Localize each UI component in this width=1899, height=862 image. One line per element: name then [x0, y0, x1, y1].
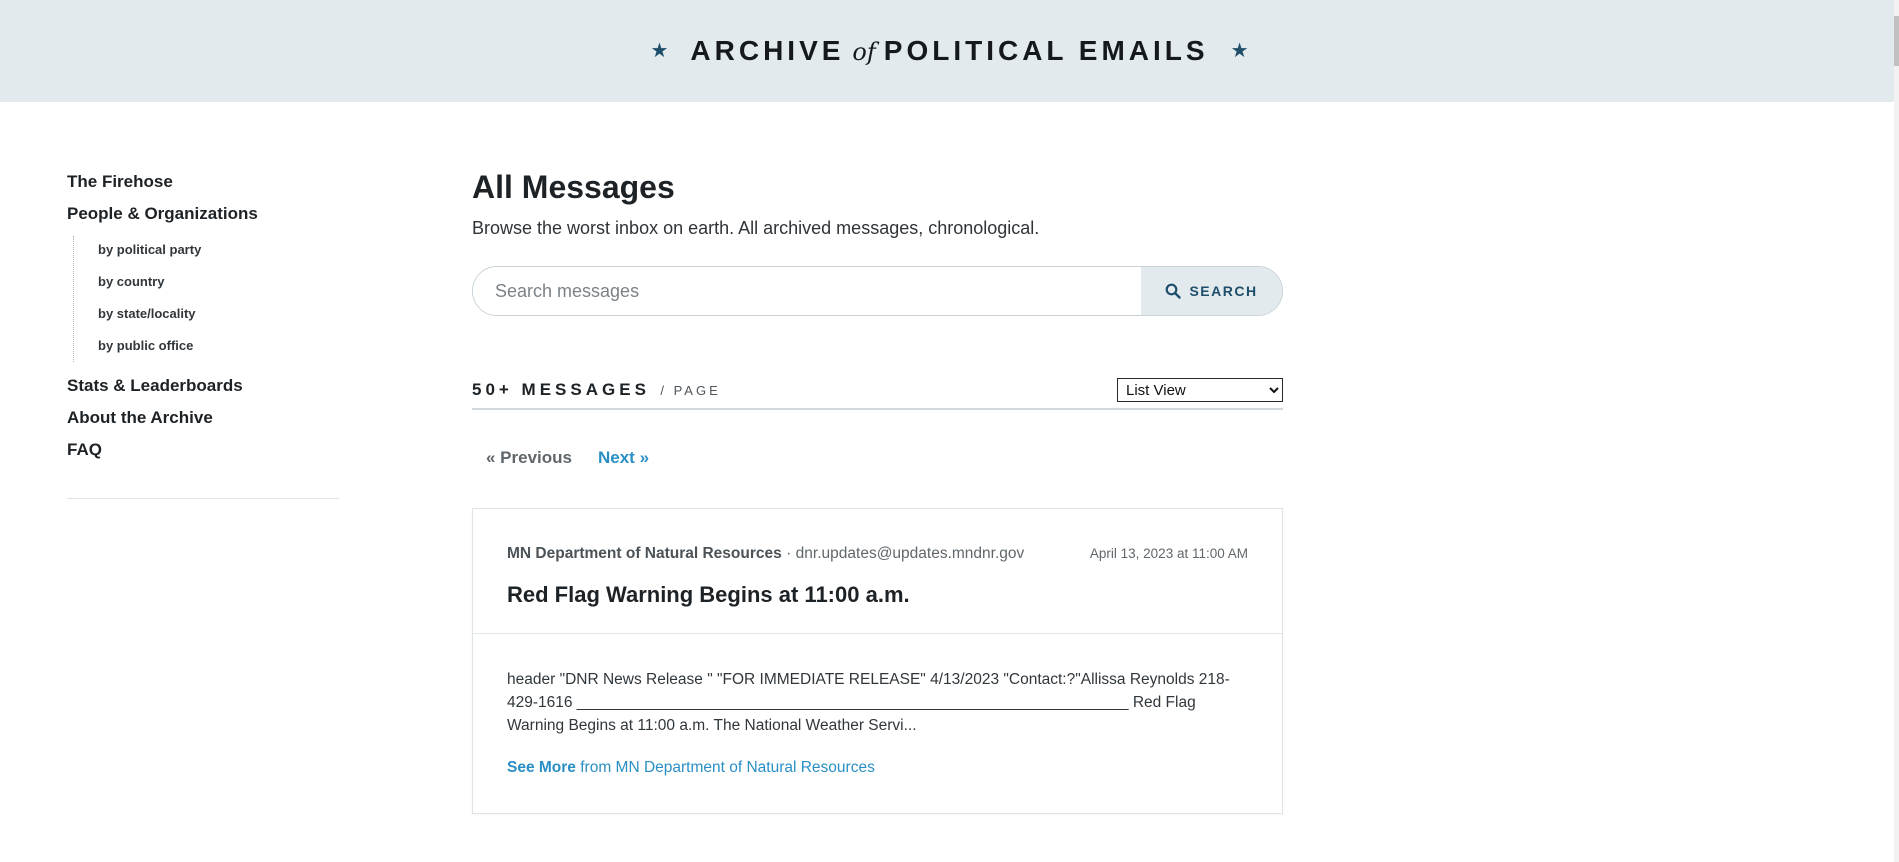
- view-mode-select[interactable]: List View: [1117, 378, 1283, 402]
- main-content: All Messages Browse the worst inbox on e…: [472, 168, 1283, 814]
- star-icon: ★: [650, 40, 669, 62]
- sidebar-subnav: by political party by country by state/l…: [73, 236, 339, 362]
- sidebar-item-people-organizations[interactable]: People & Organizations: [67, 204, 339, 224]
- sidebar-subitem-country[interactable]: by country: [98, 274, 339, 290]
- message-preview: header "DNR News Release " "FOR IMMEDIAT…: [507, 671, 1230, 734]
- message-date: April 13, 2023 at 11:00 AM: [1089, 546, 1248, 561]
- star-icon: ★: [1230, 40, 1249, 62]
- page-title: All Messages: [472, 169, 675, 205]
- scrollbar-thumb[interactable]: [1894, 16, 1899, 66]
- message-sender-block: MN Department of Natural Resources · dnr…: [507, 545, 1024, 563]
- sidebar-subitem-political-party[interactable]: by political party: [98, 242, 339, 258]
- sidebar-nav: The Firehose People & Organizations by p…: [67, 172, 339, 499]
- sidebar-item-firehose[interactable]: The Firehose: [67, 172, 339, 192]
- see-more-label: See More: [507, 759, 576, 776]
- page-scrollbar[interactable]: [1894, 0, 1899, 862]
- message-list-header: 50+ MESSAGES / PAGE List View: [472, 378, 1283, 410]
- sidebar-item-faq[interactable]: FAQ: [67, 440, 339, 460]
- see-more-from: from MN Department of Natural Resources: [575, 759, 875, 776]
- message-meta: MN Department of Natural Resources · dnr…: [507, 545, 1248, 563]
- message-card: MN Department of Natural Resources · dnr…: [472, 508, 1283, 814]
- site-header: ★ ARCHIVE of POLITICAL EMAILS ★: [0, 0, 1899, 102]
- message-title[interactable]: Red Flag Warning Begins at 11:00 a.m.: [507, 581, 1248, 609]
- search-button[interactable]: SEARCH: [1141, 267, 1282, 315]
- message-card-header: MN Department of Natural Resources · dnr…: [473, 509, 1282, 634]
- sidebar-divider: [67, 498, 339, 499]
- site-title: ARCHIVE of POLITICAL EMAILS: [690, 35, 1208, 67]
- search-input[interactable]: [473, 267, 1141, 315]
- message-count: 50+ MESSAGES / PAGE: [472, 380, 721, 400]
- previous-page-link[interactable]: « Previous: [486, 448, 572, 468]
- message-sender[interactable]: MN Department of Natural Resources: [507, 545, 782, 562]
- search-button-label: SEARCH: [1189, 283, 1258, 299]
- page-subtitle: Browse the worst inbox on earth. All arc…: [472, 218, 1040, 238]
- site-title-part1: ARCHIVE: [690, 35, 845, 66]
- sidebar-item-about[interactable]: About the Archive: [67, 408, 339, 428]
- see-more-link[interactable]: See More from MN Department of Natural R…: [507, 759, 875, 777]
- site-title-part2: POLITICAL EMAILS: [883, 35, 1209, 66]
- message-card-body: header "DNR News Release " "FOR IMMEDIAT…: [473, 634, 1282, 813]
- message-count-label: 50+ MESSAGES: [472, 380, 650, 399]
- search-bar: SEARCH: [472, 266, 1283, 316]
- site-brand[interactable]: ★ ARCHIVE of POLITICAL EMAILS ★: [650, 35, 1248, 67]
- sidebar-item-stats-leaderboards[interactable]: Stats & Leaderboards: [67, 376, 339, 396]
- site-title-of: of: [852, 38, 876, 66]
- pagination: « Previous Next »: [472, 448, 1283, 468]
- search-icon: [1166, 283, 1182, 299]
- sidebar-subitem-state-locality[interactable]: by state/locality: [98, 306, 339, 322]
- message-count-suffix: / PAGE: [660, 383, 721, 398]
- next-page-link[interactable]: Next »: [598, 448, 649, 468]
- message-sender-email: · dnr.updates@updates.mndnr.gov: [786, 545, 1025, 562]
- sidebar-subitem-public-office[interactable]: by public office: [98, 338, 339, 354]
